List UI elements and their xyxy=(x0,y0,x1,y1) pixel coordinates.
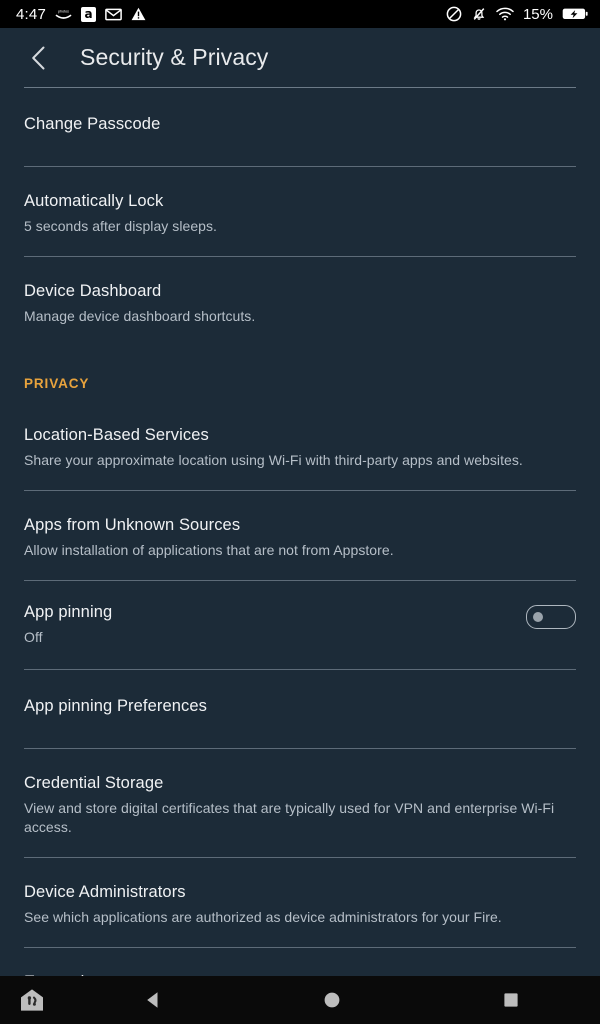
list-item-subtitle: Off xyxy=(24,629,43,645)
nav-button-home[interactable] xyxy=(243,976,422,1024)
page-title: Security & Privacy xyxy=(80,44,269,70)
list-item-title: Automatically Lock xyxy=(24,192,164,210)
row-text: App pinning Preferences xyxy=(24,696,576,716)
settings-list: Change Passcode Automatically Lock 5 sec… xyxy=(0,88,600,976)
list-item-app-pinning-preferences[interactable]: App pinning Preferences xyxy=(0,670,600,748)
status-bar: 4:47 photos a 15% xyxy=(0,0,600,28)
section-header-privacy: PRIVACY xyxy=(24,376,90,391)
status-bar-clock: 4:47 xyxy=(16,5,46,23)
status-bar-right: 15% xyxy=(446,6,588,23)
row-text: Encryption Encrypt the internal storage … xyxy=(24,972,576,976)
list-item-title: Encryption xyxy=(24,972,576,976)
list-item-title: Location-Based Services xyxy=(24,426,209,444)
row-text: Change Passcode xyxy=(24,114,576,134)
list-item-app-pinning[interactable]: App pinning Off xyxy=(0,581,600,669)
row-text: App pinning Off xyxy=(24,602,526,647)
row-text: Location-Based Services Share your appro… xyxy=(24,425,576,470)
status-bar-left: 4:47 photos a xyxy=(16,6,446,23)
row-text: Device Administrators See which applicat… xyxy=(24,882,576,927)
device-screen: 4:47 photos a 15% Security & Privacy Cha… xyxy=(0,0,600,1024)
list-item-title: App pinning Preferences xyxy=(24,697,208,715)
system-navigation-bar xyxy=(0,976,600,1024)
row-text: Apps from Unknown Sources Allow installa… xyxy=(24,515,576,560)
home-shortcut-icon xyxy=(21,989,43,1011)
list-item-subtitle: See which applications are authorized as… xyxy=(24,909,502,925)
list-item-device-dashboard[interactable]: Device Dashboard Manage device dashboard… xyxy=(0,257,600,346)
amazon-photos-icon: photos xyxy=(55,7,72,21)
row-text: Credential Storage View and store digita… xyxy=(24,773,576,837)
row-text: Device Dashboard Manage device dashboard… xyxy=(24,281,576,326)
chevron-left-icon xyxy=(32,46,45,69)
list-item-encryption[interactable]: Encryption Encrypt the internal storage … xyxy=(0,948,600,976)
do-not-disturb-icon xyxy=(446,6,462,22)
list-item-subtitle: View and store digital certificates that… xyxy=(24,800,555,835)
nav-button-recents[interactable] xyxy=(421,976,600,1024)
list-item-apps-from-unknown-sources[interactable]: Apps from Unknown Sources Allow installa… xyxy=(0,491,600,580)
list-item-title: Apps from Unknown Sources xyxy=(24,516,241,534)
list-item-title: App pinning xyxy=(24,603,113,621)
nav-button-device-dashboard[interactable] xyxy=(0,976,64,1024)
list-item-title: Device Dashboard xyxy=(24,282,162,300)
email-icon xyxy=(105,8,122,21)
toggle-knob xyxy=(533,612,543,622)
list-item-title: Credential Storage xyxy=(24,774,164,792)
wifi-icon xyxy=(496,7,514,21)
app-pinning-toggle[interactable] xyxy=(526,605,576,629)
back-triangle-icon xyxy=(147,992,158,1008)
warning-icon xyxy=(131,7,146,21)
list-item-automatically-lock[interactable]: Automatically Lock 5 seconds after displ… xyxy=(0,167,600,256)
notifications-muted-icon xyxy=(471,6,487,22)
home-circle-icon xyxy=(324,992,340,1008)
nav-button-back[interactable] xyxy=(64,976,243,1024)
list-item-change-passcode[interactable]: Change Passcode xyxy=(0,88,600,166)
list-item-device-administrators[interactable]: Device Administrators See which applicat… xyxy=(0,858,600,947)
svg-text:photos: photos xyxy=(58,10,69,14)
list-item-title: Change Passcode xyxy=(24,115,161,133)
list-item-subtitle: 5 seconds after display sleeps. xyxy=(24,218,217,234)
app-header: Security & Privacy xyxy=(0,28,600,87)
recents-square-icon xyxy=(504,993,518,1007)
back-button[interactable] xyxy=(22,41,56,75)
list-item-subtitle: Manage device dashboard shortcuts. xyxy=(24,308,256,324)
battery-percent-label: 15% xyxy=(522,5,553,23)
list-item-location-based-services[interactable]: Location-Based Services Share your appro… xyxy=(0,401,600,490)
list-item-title: Device Administrators xyxy=(24,883,186,901)
list-item-subtitle: Share your approximate location using Wi… xyxy=(24,452,523,468)
row-text: Automatically Lock 5 seconds after displ… xyxy=(24,191,576,236)
list-item-credential-storage[interactable]: Credential Storage View and store digita… xyxy=(0,749,600,857)
list-item-subtitle: Allow installation of applications that … xyxy=(24,542,394,558)
battery-charging-icon xyxy=(562,7,588,21)
amazon-app-icon: a xyxy=(81,6,96,22)
